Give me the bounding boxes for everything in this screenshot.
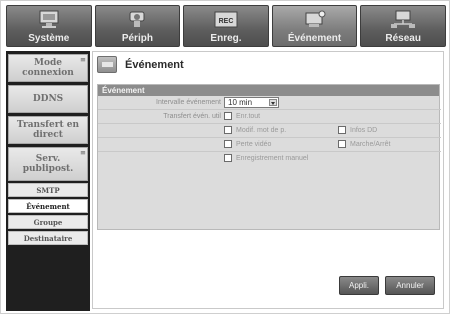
sidebar-item-ddns[interactable]: DDNS xyxy=(8,85,88,113)
sidebar-subitem-smtp[interactable]: SMTP xyxy=(8,183,88,197)
interval-label: Intervalle événement xyxy=(156,99,221,106)
sidebar-item-serv-publipost[interactable]: ≡ Serv. publipost. xyxy=(8,147,88,181)
options-row-1: Modif. mot de p. Infos DD xyxy=(98,124,441,138)
system-monitor-icon xyxy=(39,10,59,28)
checkbox-box[interactable] xyxy=(338,126,346,134)
sidebar-subitem-destinataire[interactable]: Destinataire xyxy=(8,231,88,245)
checkbox-box[interactable] xyxy=(224,112,232,120)
checkbox-perte-video[interactable]: Perte vidéo xyxy=(224,140,271,148)
page-title: Événement xyxy=(125,58,184,71)
sidebar-subitem-label: Destinataire xyxy=(23,233,73,243)
dvr-settings-window: Système Périph REC Enreg. Événement Rése… xyxy=(0,0,450,314)
interval-value: 10 min xyxy=(228,98,253,107)
tab-systeme[interactable]: Système xyxy=(6,5,92,47)
camera-device-icon xyxy=(129,11,145,27)
panel-title: Événement xyxy=(98,85,439,96)
sidebar-subitem-label: SMTP xyxy=(36,185,60,195)
checkbox-marche-arret[interactable]: Marche/Arrêt xyxy=(338,140,390,148)
checkbox-enr-tout[interactable]: Enr.tout xyxy=(224,112,260,120)
tab-label: Événement xyxy=(287,33,342,44)
sidebar-item-label: Transfert en direct xyxy=(16,120,80,140)
checkbox-box[interactable] xyxy=(224,126,232,134)
options-row-3: Enregistrement manuel xyxy=(98,152,441,166)
content-header: Événement xyxy=(97,56,184,73)
checkbox-box[interactable] xyxy=(224,140,232,148)
tab-enreg[interactable]: REC Enreg. xyxy=(183,5,269,47)
tab-label: Enreg. xyxy=(210,33,242,44)
sidebar-item-label: Mode connexion xyxy=(22,58,74,78)
checkbox-label: Infos DD xyxy=(350,126,378,134)
checkbox-label: Enregistrement manuel xyxy=(236,154,309,162)
main-content: Événement Événement Intervalle événement… xyxy=(92,51,444,309)
checkbox-label: Marche/Arrêt xyxy=(350,140,391,148)
checkbox-infos-dd[interactable]: Infos DD xyxy=(338,126,377,134)
sidebar-item-label: Serv. publipost. xyxy=(22,154,74,174)
sidebar-subitem-label: Événement xyxy=(26,201,70,211)
interval-select[interactable]: 10 min xyxy=(224,97,279,108)
checkbox-enregistrement-manuel[interactable]: Enregistrement manuel xyxy=(224,154,308,162)
sidebar-subitem-groupe[interactable]: Groupe xyxy=(8,215,88,229)
tab-label: Système xyxy=(28,33,70,44)
rec-icon: REC xyxy=(214,11,238,28)
checkbox-modif-mot-de-passe[interactable]: Modif. mot de p. xyxy=(224,126,286,134)
event-header-icon xyxy=(97,56,117,73)
network-icon xyxy=(391,10,416,28)
tab-periph[interactable]: Périph xyxy=(94,5,181,47)
sidebar-item-transfert-direct[interactable]: Transfert en direct xyxy=(8,116,88,144)
interval-row: Intervalle événement 10 min xyxy=(98,96,441,110)
expand-marker-icon: ≡ xyxy=(80,55,86,64)
checkbox-label: Enr.tout xyxy=(236,112,261,120)
event-settings-panel: Événement Intervalle événement 10 min Tr… xyxy=(97,84,441,230)
sidebar-item-mode-connexion[interactable]: ≡ Mode connexion xyxy=(8,54,88,82)
event-icon xyxy=(305,10,326,27)
sidebar-subitem-label: Groupe xyxy=(33,217,63,227)
transfer-row: Transfert évén. util Enr.tout xyxy=(98,110,441,124)
apply-button[interactable]: Appli. xyxy=(339,276,379,295)
checkbox-label: Perte vidéo xyxy=(236,140,272,148)
options-row-2: Perte vidéo Marche/Arrêt xyxy=(98,138,441,152)
checkbox-box[interactable] xyxy=(338,140,346,148)
tab-reseau[interactable]: Réseau xyxy=(360,5,446,47)
checkbox-box[interactable] xyxy=(224,154,232,162)
chevron-down-icon xyxy=(269,99,277,106)
tab-label: Réseau xyxy=(385,33,421,44)
transfer-label: Transfert évén. util xyxy=(163,113,221,120)
cancel-button[interactable]: Annuler xyxy=(385,276,435,295)
sidebar-subitem-evenement[interactable]: Événement xyxy=(8,199,88,213)
sidebar: ≡ Mode connexion DDNS Transfert en direc… xyxy=(6,51,90,311)
svg-text:REC: REC xyxy=(219,18,234,25)
sidebar-item-label: DDNS xyxy=(32,94,64,104)
tab-label: Périph xyxy=(121,33,153,44)
top-menu-bar: Système Périph REC Enreg. Événement Rése… xyxy=(6,5,446,47)
tab-evenement[interactable]: Événement xyxy=(271,5,358,47)
expand-marker-icon: ≡ xyxy=(80,148,86,157)
checkbox-label: Modif. mot de p. xyxy=(236,126,287,134)
